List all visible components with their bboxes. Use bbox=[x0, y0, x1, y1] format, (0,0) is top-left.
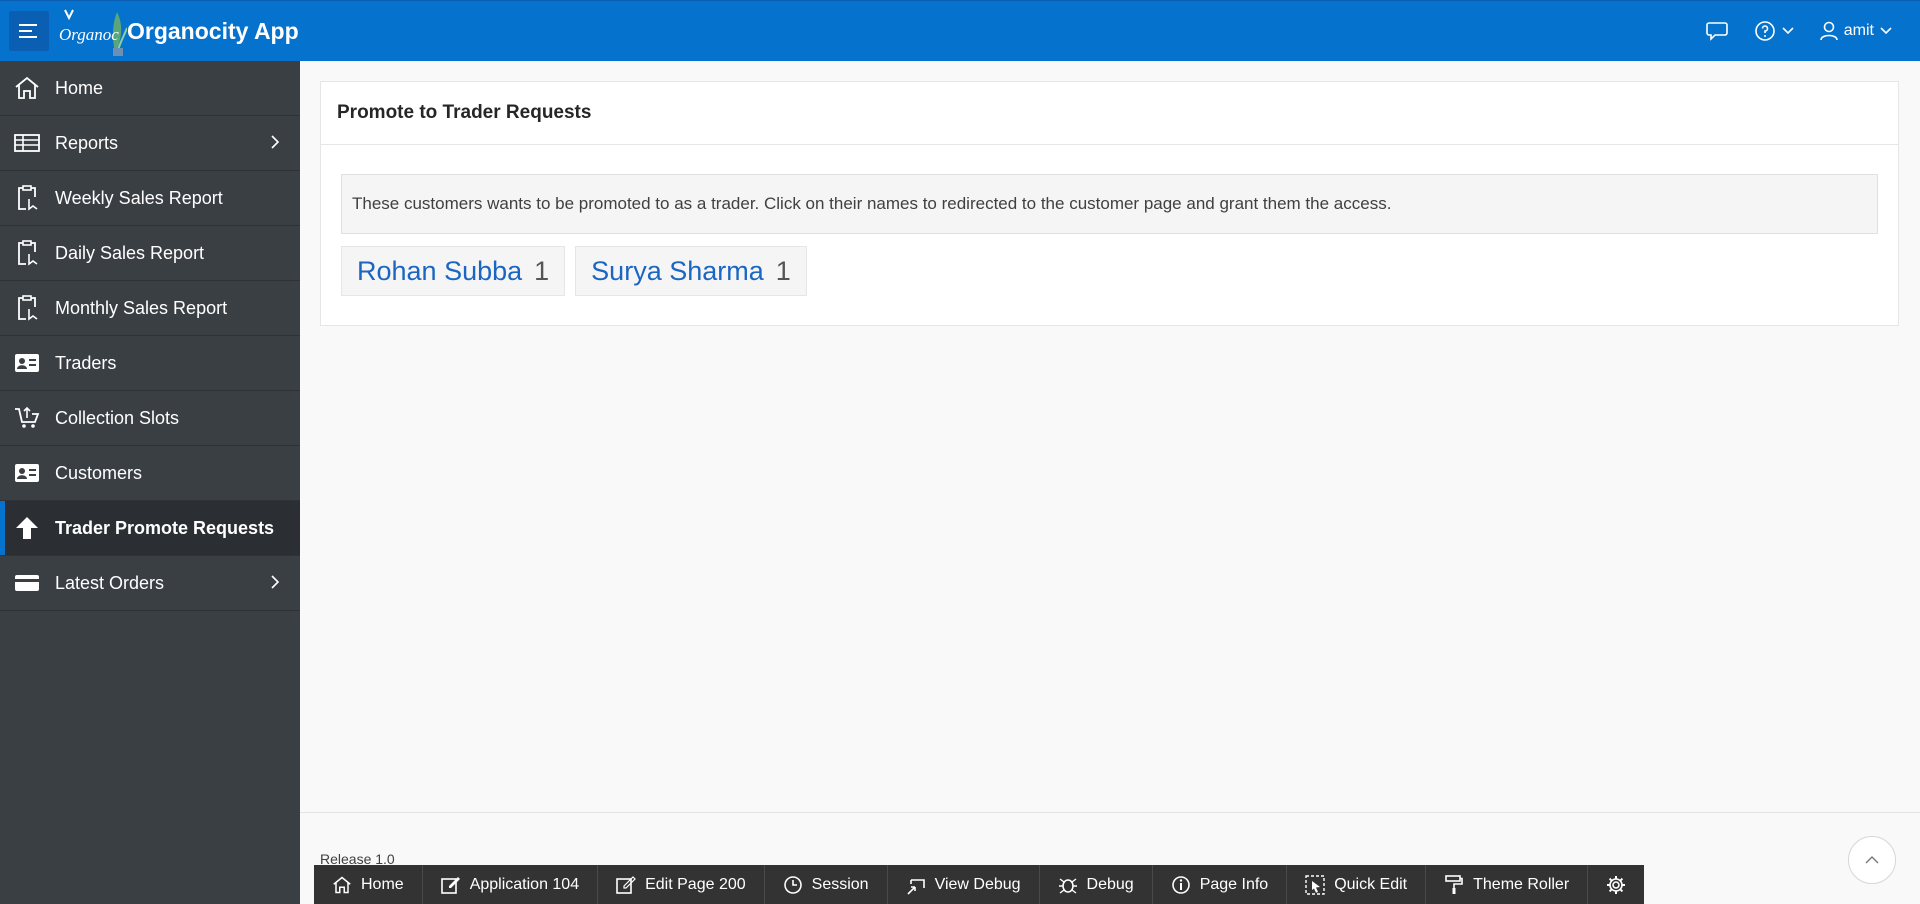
sidebar-item-label: Collection Slots bbox=[55, 407, 180, 428]
dev-debug-button[interactable]: Debug bbox=[1040, 865, 1153, 904]
dev-item-label: Edit Page 200 bbox=[645, 875, 746, 893]
promote-requests-region: Promote to Trader Requests These custome… bbox=[320, 81, 1899, 326]
sidebar-item-latest-orders[interactable]: Latest Orders bbox=[0, 556, 300, 611]
dev-item-label: Application 104 bbox=[469, 875, 580, 893]
dev-item-label: Theme Roller bbox=[1473, 875, 1570, 893]
customer-badge[interactable]: Surya Sharma 1 bbox=[575, 246, 807, 296]
user-name: amit bbox=[1843, 22, 1874, 39]
sidebar-item-home[interactable]: Home bbox=[0, 61, 300, 116]
edit-icon bbox=[440, 876, 460, 894]
hamburger-icon bbox=[19, 24, 37, 38]
dev-item-label: Page Info bbox=[1199, 875, 1269, 893]
dev-settings-button[interactable] bbox=[1588, 865, 1644, 904]
sidebar-item-label: Weekly Sales Report bbox=[55, 187, 223, 208]
view-debug-icon bbox=[906, 878, 925, 895]
home-icon bbox=[333, 876, 351, 893]
sidebar-item-monthly-sales-report[interactable]: Monthly Sales Report bbox=[0, 281, 300, 336]
sidebar-item-collection-slots[interactable]: Collection Slots bbox=[0, 391, 300, 446]
sidebar-item-customers[interactable]: Customers bbox=[0, 446, 300, 501]
dev-session-button[interactable]: Session bbox=[765, 865, 888, 904]
chevron-down-icon bbox=[1782, 27, 1794, 35]
dev-page-info-button[interactable]: Page Info bbox=[1153, 865, 1288, 904]
cart-icon bbox=[14, 405, 40, 431]
dev-item-label: Home bbox=[361, 875, 404, 893]
footer-divider bbox=[300, 812, 1920, 813]
bug-icon bbox=[1058, 877, 1077, 894]
menu-toggle-button[interactable] bbox=[9, 11, 49, 51]
help-icon bbox=[1754, 21, 1775, 41]
dev-item-label: View Debug bbox=[934, 875, 1021, 893]
feedback-button[interactable] bbox=[1705, 21, 1728, 41]
request-count: 1 bbox=[534, 255, 550, 286]
chevron-right-icon[interactable] bbox=[270, 574, 280, 590]
dev-edit-page-button[interactable]: Edit Page 200 bbox=[598, 865, 765, 904]
sidebar-item-label: Latest Orders bbox=[55, 572, 165, 593]
chevron-up-icon bbox=[1865, 856, 1879, 864]
clock-icon bbox=[783, 875, 802, 894]
paint-roller-icon bbox=[1445, 874, 1463, 894]
sidebar-item-label: Monthly Sales Report bbox=[55, 297, 228, 318]
sidebar-navigation: Home Reports Weekly Sales Report Daily S… bbox=[0, 61, 300, 904]
sidebar-item-label: Traders bbox=[55, 352, 117, 373]
top-navigation-bar: Organoc Organocity App amit bbox=[0, 0, 1920, 61]
help-menu-button[interactable] bbox=[1754, 20, 1794, 42]
customer-name-link[interactable]: Rohan Subba bbox=[357, 256, 522, 287]
dev-application-button[interactable]: Application 104 bbox=[423, 865, 599, 904]
info-icon bbox=[1171, 875, 1190, 894]
edit-icon bbox=[616, 875, 636, 894]
sidebar-item-label: Trader Promote Requests bbox=[55, 517, 275, 538]
sidebar-item-label: Home bbox=[55, 77, 104, 98]
clipboard-icon bbox=[14, 185, 40, 211]
chevron-down-icon bbox=[1880, 27, 1892, 35]
logo-text: Organoc bbox=[59, 25, 119, 44]
sidebar-item-label: Customers bbox=[55, 462, 143, 483]
credit-card-icon bbox=[14, 570, 40, 596]
dev-home-button[interactable]: Home bbox=[314, 865, 423, 904]
home-icon bbox=[14, 75, 40, 101]
info-message: These customers wants to be promoted to … bbox=[341, 174, 1878, 234]
badge-list: Rohan Subba 1 Surya Sharma 1 bbox=[341, 246, 807, 296]
dev-quick-edit-button[interactable]: Quick Edit bbox=[1287, 865, 1427, 904]
developer-toolbar: Home Application 104 Edit Page 200 Sessi… bbox=[314, 865, 1645, 904]
app-logo[interactable]: Organoc bbox=[57, 6, 127, 56]
dev-item-label: Debug bbox=[1086, 875, 1134, 893]
user-icon bbox=[1819, 21, 1838, 41]
clipboard-icon bbox=[14, 240, 40, 266]
dev-item-label: Quick Edit bbox=[1334, 875, 1408, 893]
request-count: 1 bbox=[775, 255, 791, 286]
chat-bubble-icon bbox=[1705, 22, 1728, 41]
quick-edit-icon bbox=[1305, 874, 1325, 895]
customer-name-link[interactable]: Surya Sharma bbox=[591, 256, 764, 287]
sidebar-item-traders[interactable]: Traders bbox=[0, 336, 300, 391]
sidebar-item-weekly-sales-report[interactable]: Weekly Sales Report bbox=[0, 171, 300, 226]
scroll-to-top-button[interactable] bbox=[1848, 836, 1896, 884]
arrow-up-icon bbox=[14, 515, 40, 541]
sidebar-item-daily-sales-report[interactable]: Daily Sales Report bbox=[0, 226, 300, 281]
chevron-right-icon[interactable] bbox=[270, 134, 280, 150]
sidebar-item-label: Reports bbox=[55, 132, 119, 153]
dev-view-debug-button[interactable]: View Debug bbox=[888, 865, 1040, 904]
dev-theme-roller-button[interactable]: Theme Roller bbox=[1426, 865, 1589, 904]
gear-icon bbox=[1607, 875, 1626, 894]
app-title[interactable]: Organocity App bbox=[127, 18, 299, 45]
dev-item-label: Session bbox=[811, 875, 869, 893]
clipboard-icon bbox=[14, 295, 40, 321]
user-menu-button[interactable]: amit bbox=[1819, 21, 1892, 41]
sidebar-item-trader-promote-requests[interactable]: Trader Promote Requests bbox=[0, 501, 300, 556]
id-card-icon bbox=[14, 350, 40, 376]
customer-badge[interactable]: Rohan Subba 1 bbox=[341, 246, 566, 296]
region-title: Promote to Trader Requests bbox=[321, 82, 1898, 145]
table-icon bbox=[14, 130, 40, 156]
sidebar-item-reports[interactable]: Reports bbox=[0, 116, 300, 171]
sidebar-item-label: Daily Sales Report bbox=[55, 242, 205, 263]
id-card-icon bbox=[14, 460, 40, 486]
